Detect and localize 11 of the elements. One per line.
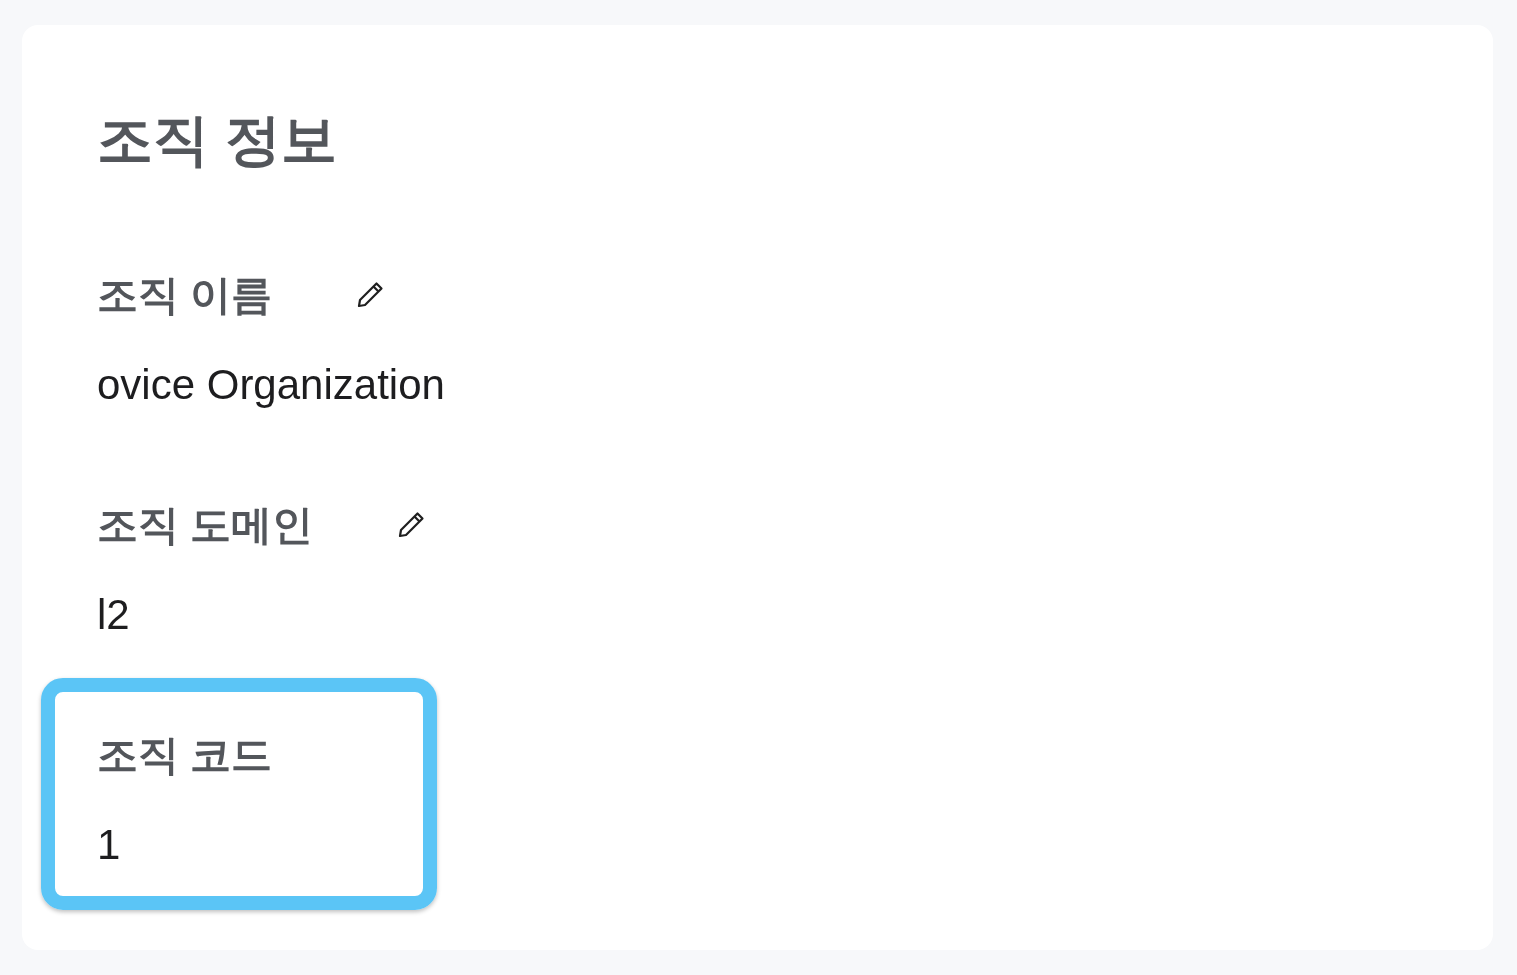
field-label: 조직 이름	[97, 271, 273, 320]
pencil-icon	[397, 511, 426, 539]
field-label: 조직 도메인	[97, 501, 314, 550]
edit-button[interactable]	[356, 281, 385, 309]
edit-button[interactable]	[397, 511, 426, 539]
field-value: 1	[97, 820, 121, 870]
field-value: ovice Organization	[97, 360, 445, 410]
field-label: 조직 코드	[97, 731, 273, 780]
field-value: l2	[97, 590, 130, 640]
page-title: 조직 정보	[97, 107, 337, 173]
pencil-icon	[356, 281, 385, 309]
